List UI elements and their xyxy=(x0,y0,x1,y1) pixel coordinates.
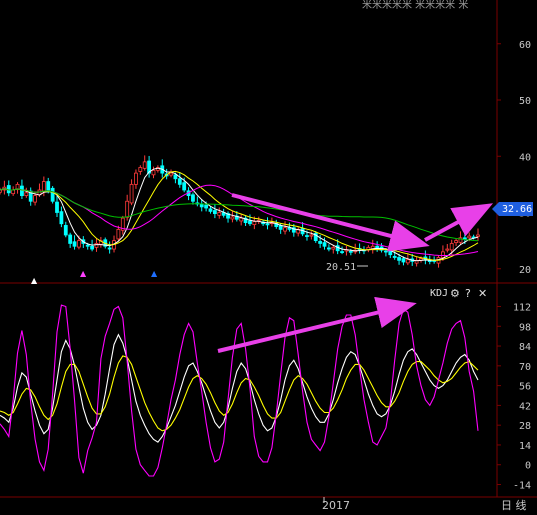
kdj-panel-label: KDJ xyxy=(430,288,448,299)
candle-body xyxy=(331,246,336,250)
candle-body xyxy=(322,242,327,247)
signal-marker-white: ▲ xyxy=(31,276,38,285)
candle-body xyxy=(392,255,397,258)
kdj-tick-label: 42 xyxy=(519,401,531,412)
candle-body xyxy=(11,189,16,195)
stock-chart-window: 米米米米米 米米米米 米 2030405060 1129884705642281… xyxy=(0,0,537,515)
candle-body xyxy=(252,221,257,225)
price-tick-label: 60 xyxy=(519,40,531,51)
candle-body xyxy=(20,185,24,197)
candle-body xyxy=(33,195,37,203)
candle-body xyxy=(173,174,178,180)
candle-body xyxy=(445,248,450,251)
candle-body xyxy=(59,211,64,225)
candle-body xyxy=(454,240,458,243)
kdj-tick-label: -14 xyxy=(513,481,531,492)
candle-body xyxy=(134,172,138,185)
candle-body xyxy=(55,201,59,213)
candle-body xyxy=(169,172,173,176)
candle-body xyxy=(107,247,112,250)
candle-body xyxy=(138,167,143,172)
candle-body xyxy=(41,181,46,193)
candle-body xyxy=(348,250,353,253)
last-price-label: 32.66 xyxy=(502,204,532,215)
candle-body xyxy=(50,187,55,202)
candle-body xyxy=(177,178,182,185)
candle-body xyxy=(305,235,309,237)
signal-marker-blue: ▲ xyxy=(151,269,158,278)
candle-body xyxy=(116,228,121,240)
candle-body xyxy=(278,225,283,230)
candle-body xyxy=(239,217,244,222)
candle-body xyxy=(90,245,94,250)
candle-body xyxy=(449,243,454,251)
signal-marker-magenta: ▲ xyxy=(80,269,87,278)
candle-body xyxy=(388,250,393,256)
candle-body xyxy=(72,241,77,247)
chart-svg[interactable]: 米米米米米 米米米米 米 2030405060 1129884705642281… xyxy=(0,0,537,515)
kdj-tick-label: 112 xyxy=(513,302,531,313)
candle-body xyxy=(248,220,252,225)
chart-background xyxy=(0,0,537,515)
candle-body xyxy=(340,251,344,253)
candle-body xyxy=(230,216,235,220)
candle-body xyxy=(208,208,213,212)
candle-body xyxy=(283,227,287,232)
period-selector[interactable]: 日 线 xyxy=(501,498,527,512)
candle-body xyxy=(326,247,331,250)
min-price-label: 20.51 xyxy=(326,262,356,273)
candle-body xyxy=(427,260,432,262)
candle-body xyxy=(318,241,323,244)
candle-body xyxy=(217,212,222,216)
candle-body xyxy=(204,204,209,209)
candle-body xyxy=(191,194,195,202)
candle-body xyxy=(199,203,204,208)
kdj-tick-label: 28 xyxy=(519,421,531,432)
candle-body xyxy=(384,250,388,253)
candle-body xyxy=(68,234,73,244)
obscured-title: 米米米米米 米米米米 米 xyxy=(362,0,468,11)
candle-body xyxy=(142,161,147,169)
price-tick-label: 50 xyxy=(519,96,531,107)
kdj-tick-label: 14 xyxy=(519,441,531,452)
candle-body xyxy=(85,244,90,247)
last-price-tag: 32.66 xyxy=(492,202,533,216)
year-label: 2017 xyxy=(322,499,350,512)
kdj-tick-label: 70 xyxy=(519,362,531,373)
candle-body xyxy=(476,234,480,237)
kdj-tick-label: 84 xyxy=(519,342,531,353)
gear-icon[interactable]: ⚙ xyxy=(450,287,460,300)
candle-body xyxy=(265,223,270,226)
candle-body xyxy=(77,240,81,248)
candle-body xyxy=(129,183,134,204)
candle-body xyxy=(182,182,187,191)
candle-body xyxy=(467,235,472,239)
candle-body xyxy=(212,210,217,215)
candle-body xyxy=(24,192,29,197)
price-tick-label: 20 xyxy=(519,265,531,276)
candle-body xyxy=(441,251,445,258)
candle-body xyxy=(125,200,130,218)
candle-body xyxy=(94,243,99,248)
candle-body xyxy=(401,258,406,263)
help-icon[interactable]: ? xyxy=(465,287,471,300)
kdj-tick-label: 98 xyxy=(519,322,531,333)
candle-body xyxy=(46,181,51,191)
candle-body xyxy=(63,225,68,236)
price-tick-label: 40 xyxy=(519,152,531,163)
candle-body xyxy=(151,169,156,176)
close-icon[interactable]: ✕ xyxy=(478,287,487,300)
candle-body xyxy=(309,234,314,237)
candle-body xyxy=(405,259,410,264)
kdj-tick-label: 0 xyxy=(525,461,531,472)
kdj-tick-label: 56 xyxy=(519,382,531,393)
candle-body xyxy=(397,257,401,261)
